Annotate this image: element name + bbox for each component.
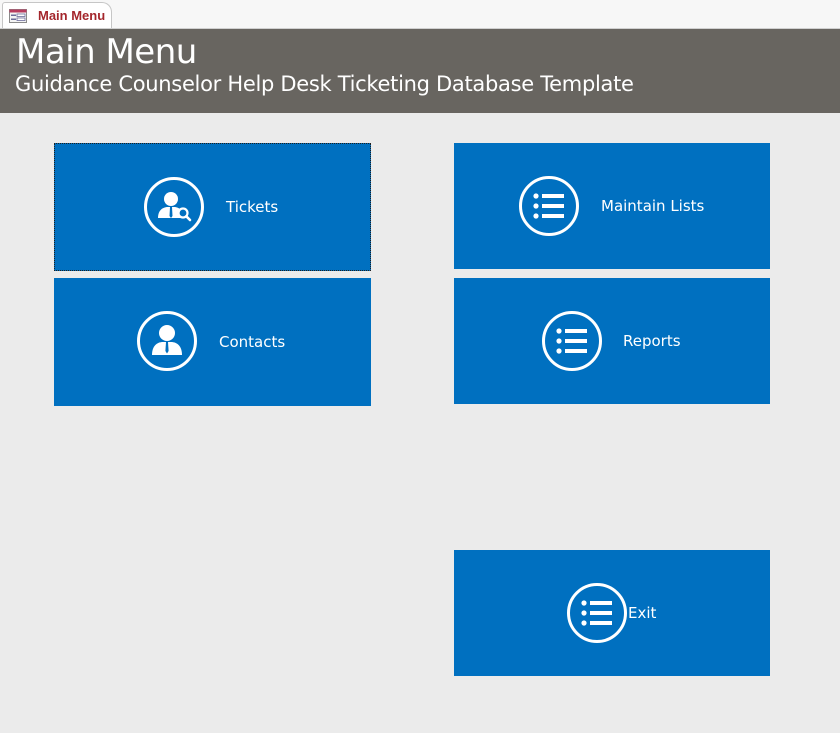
- form-header: Main Menu Guidance Counselor Help Desk T…: [0, 29, 840, 113]
- contacts-label: Contacts: [219, 333, 286, 351]
- document-tab-strip: Main Menu: [0, 0, 840, 29]
- list-icon: [567, 583, 627, 643]
- maintain-lists-button[interactable]: Maintain Lists: [454, 143, 770, 269]
- tickets-label: Tickets: [226, 198, 279, 216]
- tab-label: Main Menu: [38, 8, 106, 23]
- exit-button[interactable]: Exit: [454, 550, 770, 676]
- reports-label: Reports: [623, 332, 681, 350]
- form-icon: [9, 9, 27, 23]
- list-icon: [542, 311, 602, 371]
- tab-main-menu[interactable]: Main Menu: [2, 2, 112, 28]
- maintain-lists-label: Maintain Lists: [601, 197, 705, 215]
- page-subtitle: Guidance Counselor Help Desk Ticketing D…: [15, 72, 634, 96]
- reports-button[interactable]: Reports: [454, 278, 770, 404]
- page-title: Main Menu: [16, 32, 197, 72]
- contacts-button[interactable]: Contacts: [54, 278, 371, 406]
- tickets-button[interactable]: Tickets: [54, 143, 371, 271]
- person-icon: [137, 311, 197, 371]
- person-search-icon: [144, 177, 204, 237]
- list-icon: [519, 176, 579, 236]
- exit-label: Exit: [628, 604, 657, 622]
